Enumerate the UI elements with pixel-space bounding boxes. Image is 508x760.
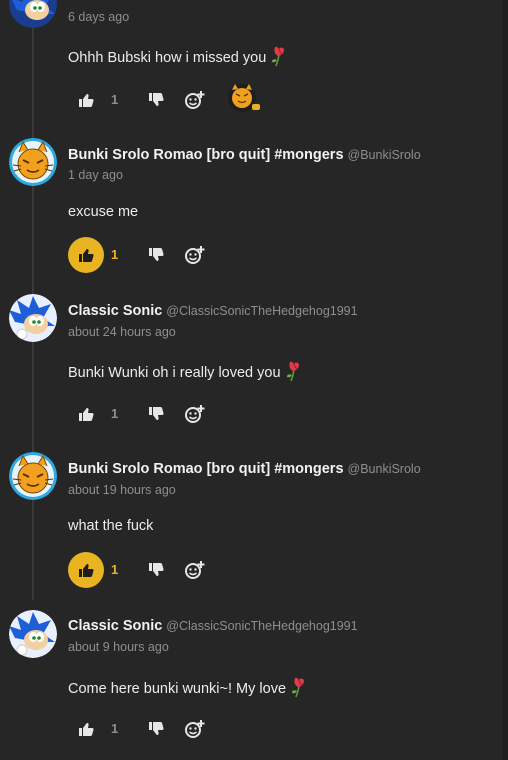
author-handle[interactable]: @ClassicSonicTheHedgehog1991 (166, 619, 357, 633)
like-count: 1 (111, 721, 119, 736)
thumbs-up-icon (79, 94, 94, 107)
like-count: 1 (111, 406, 119, 421)
add-reaction-button[interactable] (184, 89, 206, 111)
comment-text: Come here bunki wunki~! My love (68, 676, 308, 698)
comment-text-content: Ohhh Bubski how i missed you (68, 50, 267, 66)
add-emoji-icon (185, 405, 205, 423)
comment-time: about 24 hours ago (68, 325, 176, 339)
rose-emoji-icon (270, 45, 288, 67)
like-button[interactable] (68, 711, 104, 747)
thumbs-up-icon (79, 723, 94, 736)
comment-text: excuse me (68, 204, 139, 220)
comment-header: Bunki Srolo Romao [bro quit] #mongers @Bu… (68, 460, 421, 478)
comment-time: 6 days ago (68, 10, 130, 24)
comment-header: Bunki Srolo Romao [bro quit] #mongers @Bu… (68, 146, 421, 164)
thumbs-down-icon (149, 248, 164, 261)
comment-header: Classic Sonic @ClassicSonicTheHedgehog199… (68, 617, 358, 635)
dislike-button[interactable] (146, 560, 166, 580)
dislike-button[interactable] (146, 245, 166, 265)
orange-cat-emoji-icon (228, 84, 260, 112)
like-button[interactable] (68, 552, 104, 588)
thumbs-down-icon (149, 93, 164, 106)
thumbs-up-icon (79, 249, 94, 262)
author-name[interactable]: Bunki Srolo Romao [bro quit] #mongers (68, 461, 344, 477)
comment-text-content: Come here bunki wunki~! My love (68, 681, 287, 697)
thumbs-down-icon (149, 722, 164, 735)
rose-emoji-icon (290, 676, 308, 698)
sonic-avatar-icon (9, 610, 57, 658)
avatar[interactable] (9, 138, 57, 186)
comment-header: Classic Sonic @ClassicSonicTheHedgehog199… (68, 302, 358, 320)
orange-cat-reaction[interactable] (226, 82, 262, 114)
add-emoji-icon (185, 720, 205, 738)
author-name[interactable]: Classic Sonic (68, 618, 162, 634)
author-handle[interactable]: @ClassicSonicTheHedgehog1991 (166, 304, 357, 318)
orange-cat-avatar-icon (9, 452, 57, 500)
comment-text: what the fuck (68, 518, 154, 534)
comment-text: Bunki Wunki oh i really loved you (68, 360, 303, 382)
like-count: 1 (111, 562, 119, 577)
sonic-avatar-icon (9, 0, 57, 28)
author-name[interactable]: Bunki Srolo Romao [bro quit] #mongers (68, 147, 344, 163)
thumbs-up-icon (79, 408, 94, 421)
add-reaction-button[interactable] (184, 718, 206, 740)
thumbs-down-icon (149, 407, 164, 420)
avatar[interactable] (9, 294, 57, 342)
orange-cat-avatar-icon (9, 138, 57, 186)
comment-text: Ohhh Bubski how i missed you (68, 45, 288, 67)
avatar[interactable] (9, 610, 57, 658)
author-handle[interactable]: @BunkiSrolo (348, 462, 421, 476)
add-emoji-icon (185, 246, 205, 264)
add-reaction-button[interactable] (184, 403, 206, 425)
add-reaction-button[interactable] (184, 244, 206, 266)
add-emoji-icon (185, 91, 205, 109)
sonic-avatar-icon (9, 294, 57, 342)
scroll-edge (502, 0, 508, 760)
like-button[interactable] (68, 82, 104, 118)
comment-text-content: Bunki Wunki oh i really loved you (68, 365, 281, 381)
like-button[interactable] (68, 396, 104, 432)
avatar[interactable] (9, 0, 57, 28)
dislike-button[interactable] (146, 90, 166, 110)
dislike-button[interactable] (146, 719, 166, 739)
like-count: 1 (111, 247, 119, 262)
thumbs-down-icon (149, 563, 164, 576)
comment-time: 1 day ago (68, 168, 123, 182)
author-handle[interactable]: @BunkiSrolo (348, 148, 421, 162)
comment-time: about 19 hours ago (68, 483, 176, 497)
avatar[interactable] (9, 452, 57, 500)
add-reaction-button[interactable] (184, 559, 206, 581)
add-emoji-icon (185, 561, 205, 579)
comment-time: about 9 hours ago (68, 640, 169, 654)
thumbs-up-icon (79, 564, 94, 577)
like-button[interactable] (68, 237, 104, 273)
dislike-button[interactable] (146, 404, 166, 424)
author-name[interactable]: Classic Sonic (68, 303, 162, 319)
like-count: 1 (111, 92, 119, 107)
rose-emoji-icon (285, 360, 303, 382)
